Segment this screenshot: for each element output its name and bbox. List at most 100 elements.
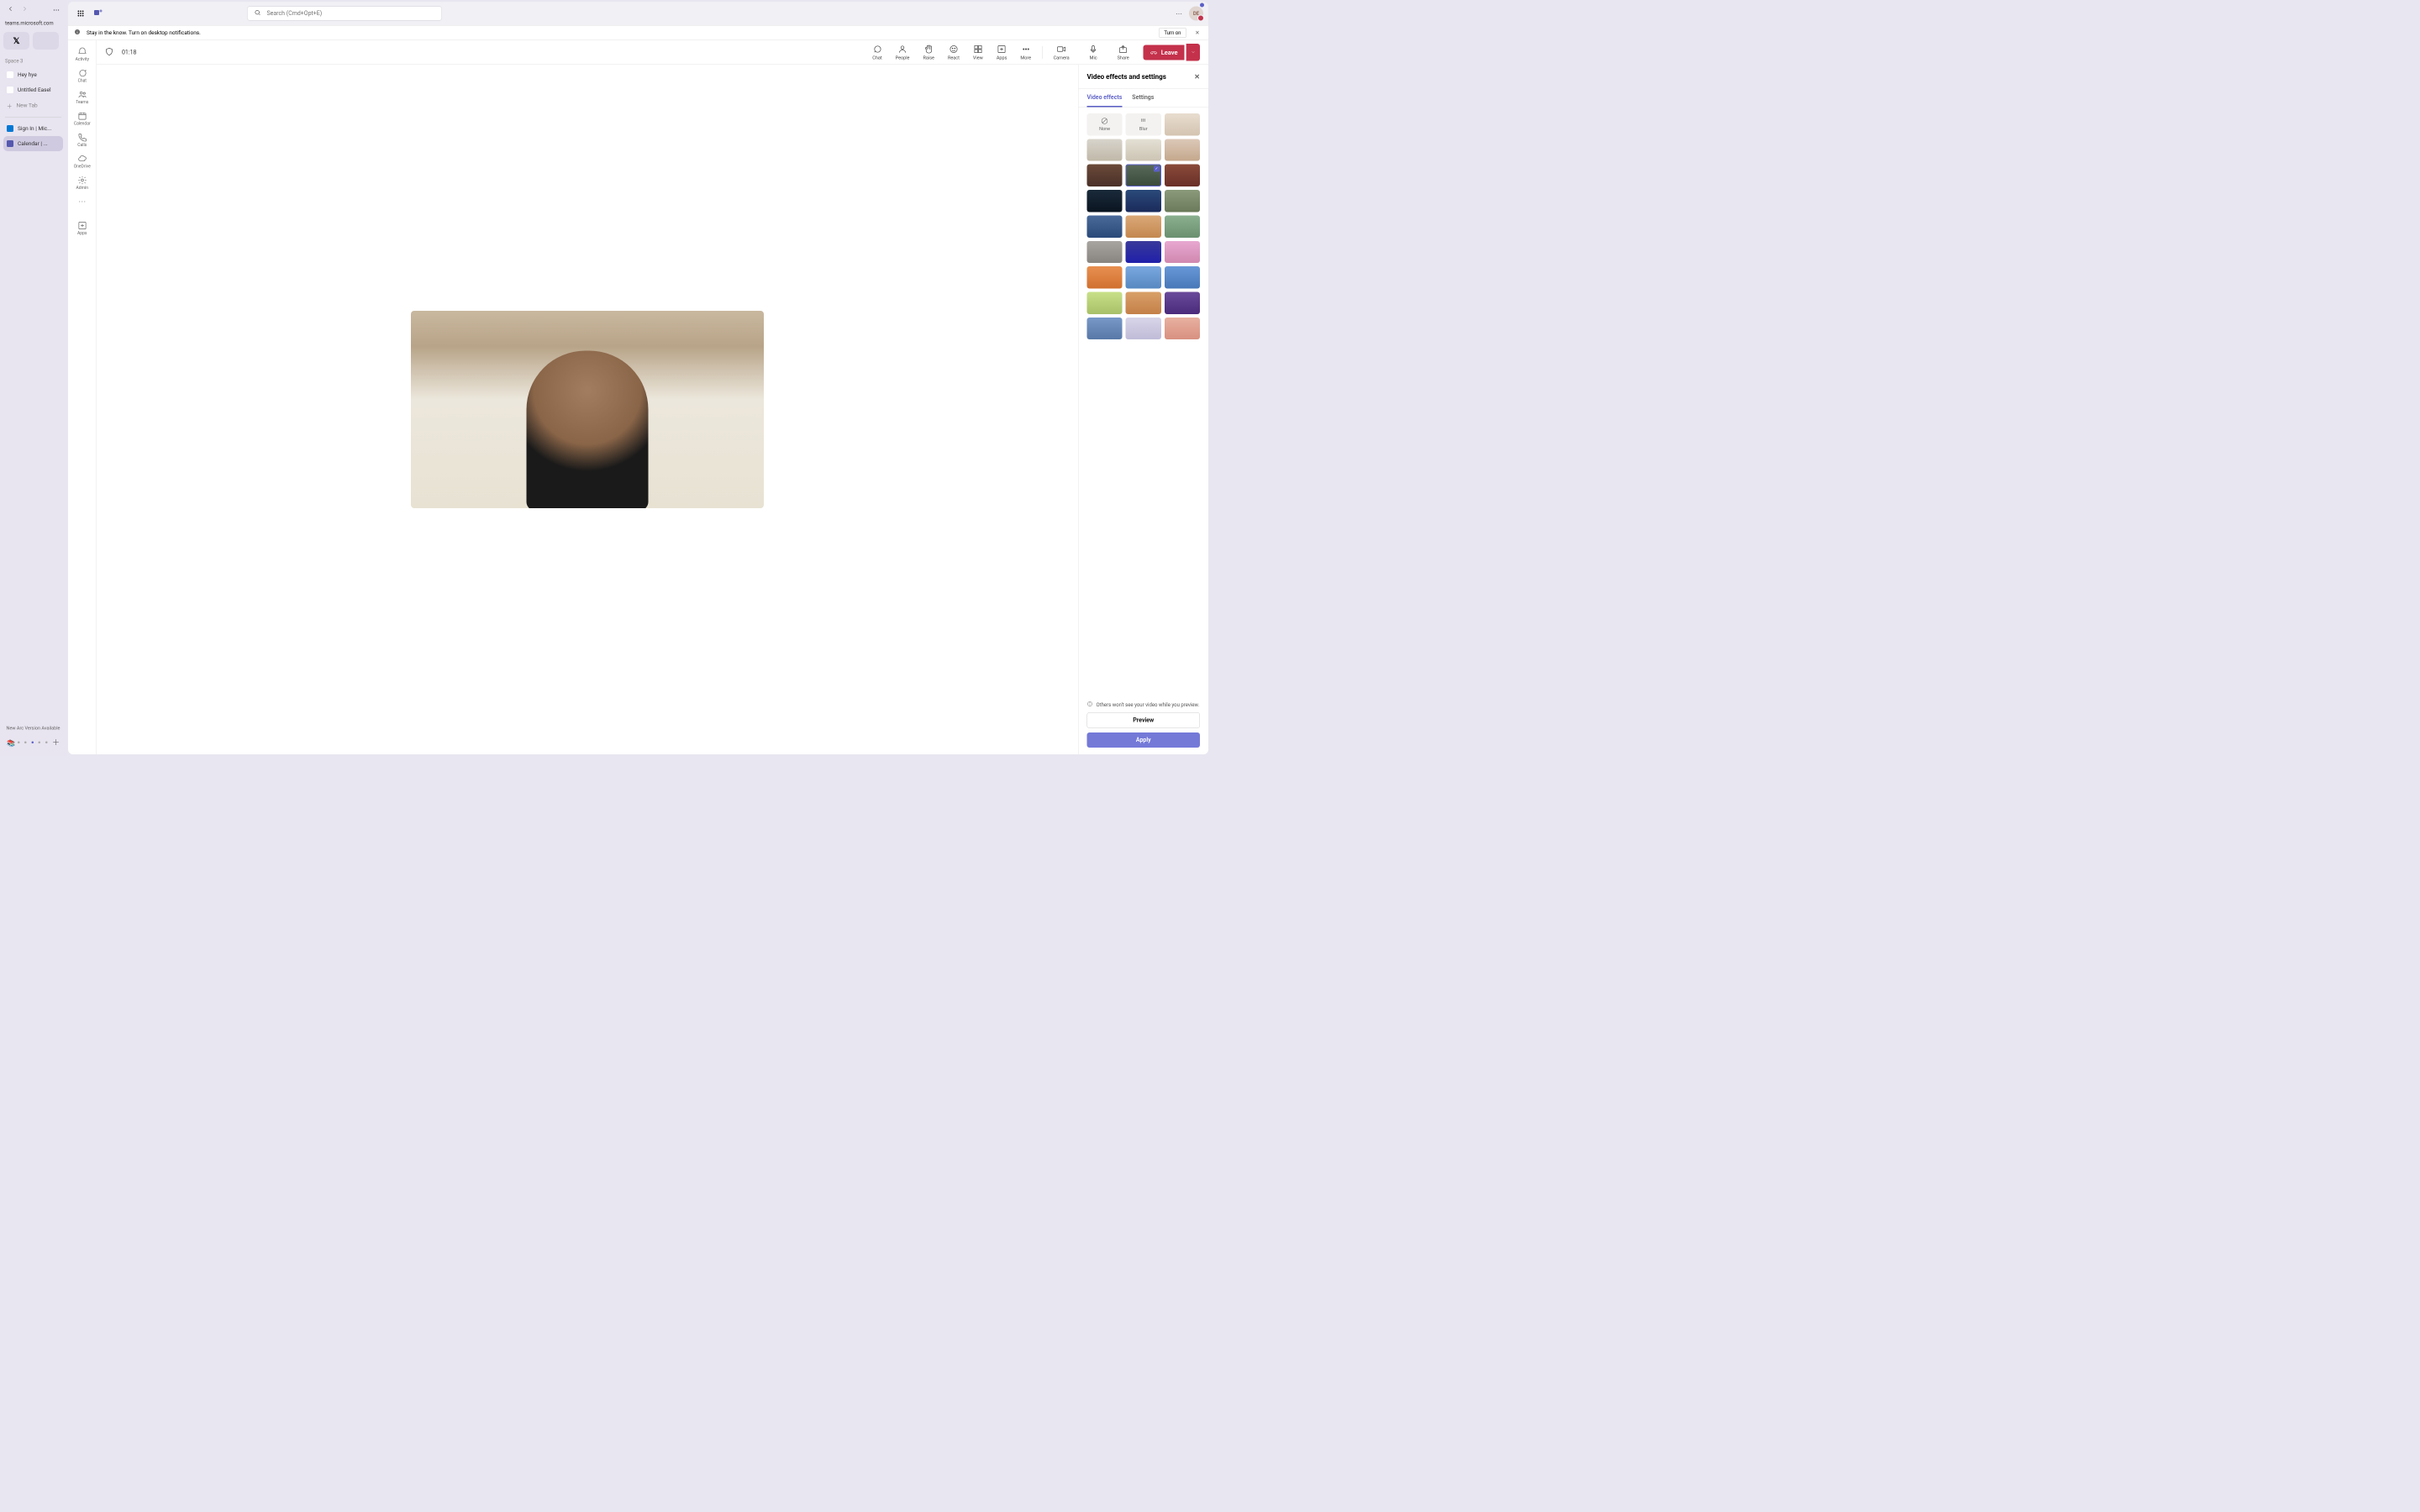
tab-video-effects[interactable]: Video effects: [1087, 89, 1123, 108]
effect-bg[interactable]: [1165, 266, 1200, 288]
more-icon[interactable]: ⋯: [53, 6, 60, 14]
effects-grid: None Blur ✓: [1079, 108, 1209, 697]
pinned-tab-blank[interactable]: [33, 32, 59, 50]
arc-version-notice[interactable]: New Arc Version Available: [3, 723, 63, 734]
new-tab-button[interactable]: ＋New Tab: [3, 97, 63, 114]
teams-header: T ⋯ DE: [68, 2, 1208, 25]
forward-icon: [21, 5, 29, 14]
call-timer: 01:18: [122, 49, 136, 55]
apps-button[interactable]: Apps: [991, 43, 1013, 62]
arc-tab-heyhye[interactable]: Hey hye: [3, 67, 63, 82]
rail-chat[interactable]: Chat: [68, 66, 97, 87]
plus-icon: ＋: [7, 102, 13, 110]
effect-blur[interactable]: Blur: [1126, 113, 1161, 135]
check-icon: ✓: [1154, 166, 1160, 172]
rail-admin[interactable]: Admin: [68, 172, 97, 194]
effect-bg[interactable]: [1087, 215, 1123, 237]
search-bar[interactable]: [247, 7, 442, 21]
rail-more[interactable]: ⋯: [68, 194, 97, 210]
effect-bg[interactable]: [1087, 139, 1123, 160]
effect-bg[interactable]: [1126, 241, 1161, 263]
self-video-tile[interactable]: [411, 311, 764, 508]
effect-bg-selected[interactable]: ✓: [1126, 165, 1161, 186]
people-button[interactable]: People: [890, 43, 916, 62]
library-icon[interactable]: 📚: [7, 739, 13, 745]
preview-note-text: Others won't see your video while you pr…: [1097, 701, 1200, 707]
apply-button[interactable]: Apply: [1087, 732, 1201, 748]
rail-teams[interactable]: Teams: [68, 87, 97, 108]
person-silhouette: [527, 351, 649, 509]
rail-activity[interactable]: Activity: [68, 44, 97, 66]
rail-calendar[interactable]: Calendar: [68, 108, 97, 130]
search-input[interactable]: [267, 10, 435, 17]
app-launcher-icon[interactable]: [73, 6, 88, 21]
effect-bg[interactable]: [1087, 266, 1123, 288]
share-button[interactable]: Share: [1112, 43, 1135, 62]
effect-bg[interactable]: [1126, 190, 1161, 212]
more-icon[interactable]: ⋯: [1176, 9, 1182, 18]
more-button[interactable]: More: [1014, 43, 1037, 62]
info-icon: [1087, 701, 1093, 709]
effect-bg[interactable]: [1126, 139, 1161, 160]
chat-button[interactable]: Chat: [866, 43, 887, 62]
effect-bg[interactable]: [1165, 190, 1200, 212]
effect-bg[interactable]: [1165, 241, 1200, 263]
effect-bg[interactable]: [1087, 190, 1123, 212]
effect-bg[interactable]: [1126, 291, 1161, 313]
view-button[interactable]: View: [967, 43, 989, 62]
teams-window: T ⋯ DE Stay in the know. Turn on desktop…: [68, 2, 1208, 754]
effect-none[interactable]: None: [1087, 113, 1123, 135]
arc-tab-calendar[interactable]: Calendar | ...: [3, 136, 63, 151]
rail-calls[interactable]: Calls: [68, 129, 97, 151]
meeting-toolbar: 01:18 Chat People Raise React View Apps …: [97, 40, 1208, 65]
effect-bg[interactable]: [1165, 165, 1200, 186]
effect-bg[interactable]: [1087, 165, 1123, 186]
space-label[interactable]: Space 3: [3, 55, 63, 67]
mic-button[interactable]: Mic: [1083, 43, 1104, 62]
effect-bg[interactable]: [1126, 318, 1161, 339]
user-avatar[interactable]: DE: [1189, 7, 1203, 21]
camera-button[interactable]: Camera: [1048, 43, 1076, 62]
panel-title: Video effects and settings: [1087, 73, 1166, 81]
effect-bg[interactable]: [1165, 113, 1200, 135]
teams-rail: Activity Chat Teams Calendar Calls OneDr…: [68, 40, 97, 754]
effect-bg[interactable]: [1087, 291, 1123, 313]
pinned-tab-x[interactable]: 𝕏: [3, 32, 29, 50]
teams-logo-icon[interactable]: T: [93, 8, 103, 19]
rail-apps[interactable]: Apps: [68, 218, 97, 239]
url-bar[interactable]: teams.microsoft.com: [3, 16, 63, 30]
notification-bar: Stay in the know. Turn on desktop notifi…: [68, 25, 1208, 40]
effects-panel: Video effects and settings ✕ Video effec…: [1078, 65, 1208, 754]
close-icon[interactable]: ✕: [1192, 29, 1202, 36]
close-icon[interactable]: ✕: [1194, 73, 1200, 81]
effect-bg[interactable]: [1165, 318, 1200, 339]
leave-button[interactable]: Leave: [1144, 45, 1185, 60]
tab-settings[interactable]: Settings: [1132, 89, 1154, 108]
effect-bg[interactable]: [1126, 215, 1161, 237]
raise-button[interactable]: Raise: [917, 43, 939, 62]
notification-text: Stay in the know. Turn on desktop notifi…: [87, 29, 201, 36]
camera-chevron-icon[interactable]: [1076, 49, 1081, 57]
arc-sidebar: ⋯ teams.microsoft.com 𝕏 Space 3 Hey hye …: [0, 0, 66, 756]
effect-bg[interactable]: [1087, 318, 1123, 339]
effect-bg[interactable]: [1126, 266, 1161, 288]
effect-bg[interactable]: [1087, 241, 1123, 263]
arc-tab-easel[interactable]: Untitled Easel: [3, 82, 63, 97]
preview-button[interactable]: Preview: [1087, 712, 1201, 728]
info-icon: [74, 29, 81, 37]
shield-icon[interactable]: [105, 47, 113, 57]
arc-tab-signin[interactable]: Sign In | Mic...: [3, 121, 63, 136]
effect-bg[interactable]: [1165, 139, 1200, 160]
effect-bg[interactable]: [1165, 291, 1200, 313]
plus-icon[interactable]: ＋: [52, 737, 60, 748]
react-button[interactable]: React: [942, 43, 965, 62]
turn-on-button[interactable]: Turn on: [1159, 28, 1186, 38]
effect-bg[interactable]: [1165, 215, 1200, 237]
search-icon: [255, 9, 261, 18]
meeting-area: 01:18 Chat People Raise React View Apps …: [97, 40, 1208, 754]
rail-onedrive[interactable]: OneDrive: [68, 151, 97, 173]
leave-chevron-icon[interactable]: [1186, 44, 1201, 61]
video-stage: [97, 65, 1078, 754]
back-icon[interactable]: [7, 5, 14, 14]
mic-chevron-icon[interactable]: [1104, 49, 1110, 57]
